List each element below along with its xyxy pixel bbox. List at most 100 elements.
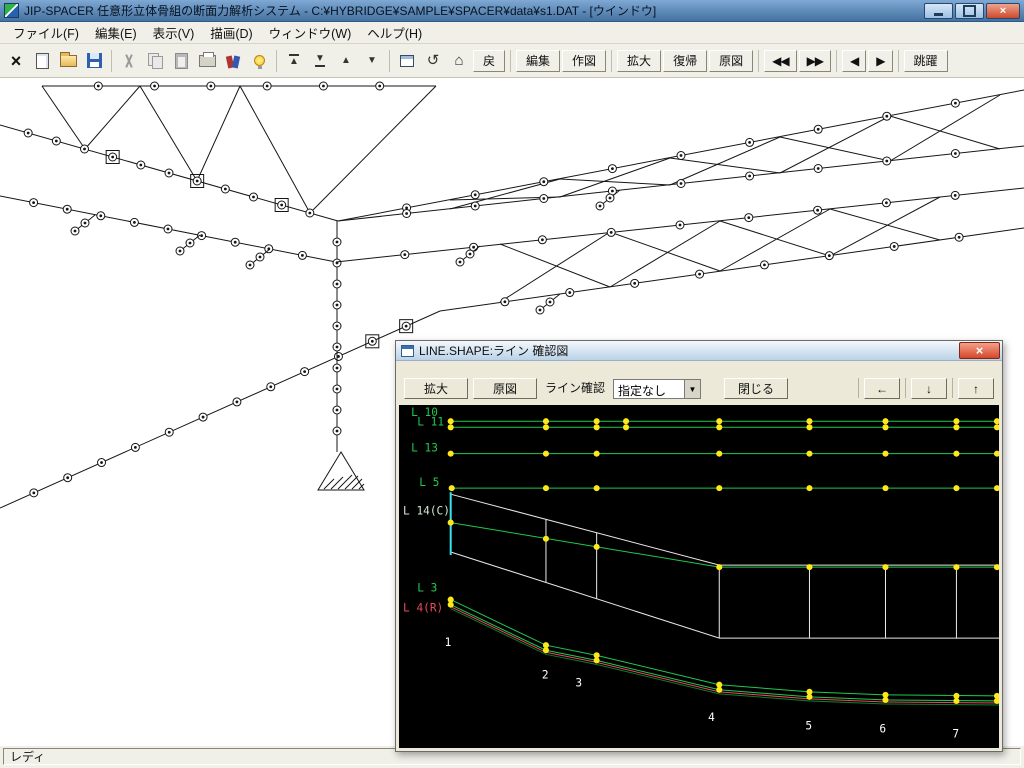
paste-icon [175,53,188,69]
save-button[interactable] [82,49,106,73]
move-bottom-button[interactable]: ▼ [308,49,332,73]
line-zoom-button[interactable]: 拡大 [404,378,468,399]
paste-button[interactable] [169,49,193,73]
window-title: JIP-SPACER 任意形立体骨組の断面力解析システム - C:¥HYBRID… [24,2,924,19]
hint-button[interactable] [247,49,271,73]
prev-button[interactable]: ◀ [842,50,866,72]
line-toolbar-separator [858,378,859,398]
menu-bar: ファイル(F) 編集(E) 表示(V) 描画(D) ウィンドウ(W) ヘルプ(H… [0,22,1024,44]
svg-text:4: 4 [708,712,715,725]
line-select-value: 指定なし [614,380,684,398]
svg-text:L 11: L 11 [417,416,444,429]
svg-text:2: 2 [542,669,549,682]
svg-text:3: 3 [575,677,582,690]
next-fast-button[interactable]: ▶▶ [799,50,831,72]
move-up-button[interactable]: ▲ [334,49,358,73]
jump-button[interactable]: 跳躍 [904,50,948,72]
line-check-label: ライン確認 [545,379,605,396]
rotate-icon: ↺ [427,53,440,68]
toolbar-separator [898,50,899,72]
svg-text:L 3: L 3 [417,582,437,595]
frame-button[interactable] [395,49,419,73]
cut-button[interactable] [117,49,141,73]
app-icon [4,3,19,18]
line-select-dropdown[interactable]: 指定なし ▼ [613,379,701,399]
edit-mode-button[interactable]: 編集 [516,50,560,72]
up-arrow-icon: ▲ [341,56,351,66]
home-button[interactable]: ⌂ [447,49,471,73]
minimize-button[interactable] [924,3,953,19]
move-top-icon: ▲ [289,54,299,67]
close-tool-icon[interactable]: × [4,49,28,73]
maximize-button[interactable] [955,3,984,19]
new-document-icon [36,53,49,69]
copy-button[interactable] [143,49,167,73]
close-button[interactable]: × [986,3,1020,19]
menu-help[interactable]: ヘルプ(H) [360,21,429,44]
line-window-toolbar: 拡大 原図 ライン確認 指定なし ▼ 閉じる ← ↓ ↑ [396,361,1002,405]
print-button[interactable] [195,49,219,73]
save-icon [87,53,102,68]
line-window-title-bar[interactable]: LINE.SHAPE:ライン 確認図 × [396,341,1002,361]
chevron-down-icon[interactable]: ▼ [684,380,700,398]
next-button[interactable]: ▶ [868,50,892,72]
books-icon [227,54,239,68]
window-controls: × [924,3,1020,19]
line-window-close-button[interactable]: × [959,342,1000,359]
toolbar: × ▲ ▼ ▲ ▼ ↺ ⌂ 戻 編集 作図 拡大 復帰 原図 ◀◀ ▶▶ ◀ ▶… [0,44,1024,78]
new-file-button[interactable] [30,49,54,73]
line-shape-plot[interactable]: L 10L 11L 13L 5L 14(C)L 3L 4(R)1234567 [399,405,999,748]
line-up-button[interactable]: ↑ [958,378,994,399]
cut-icon [122,53,136,69]
menu-edit[interactable]: 編集(E) [88,21,144,44]
prev-fast-button[interactable]: ◀◀ [764,50,796,72]
menu-file[interactable]: ファイル(F) [6,21,86,44]
move-down-button[interactable]: ▼ [360,49,384,73]
svg-text:L 5: L 5 [419,477,439,490]
line-toolbar-separator [905,378,906,398]
back-button[interactable]: 戻 [473,50,505,72]
move-bottom-icon: ▼ [315,54,325,67]
zoom-button[interactable]: 拡大 [617,50,661,72]
line-toolbar-separator [952,378,953,398]
help-books-button[interactable] [221,49,245,73]
rotate-button[interactable]: ↺ [421,49,445,73]
toolbar-separator [276,50,277,72]
line-left-button[interactable]: ← [864,378,900,399]
down-arrow-icon: ▼ [367,56,377,66]
line-confirmation-canvas[interactable]: L 10L 11L 13L 5L 14(C)L 3L 4(R)1234567 [399,405,999,748]
toolbar-separator [836,50,837,72]
copy-icon [148,53,163,69]
home-icon: ⌂ [454,53,463,68]
toolbar-separator [389,50,390,72]
restore-button[interactable]: 復帰 [663,50,707,72]
svg-text:L 4(R): L 4(R) [403,602,443,615]
line-window-title: LINE.SHAPE:ライン 確認図 [419,342,959,359]
line-close-button[interactable]: 閉じる [724,378,788,399]
window-frame-icon [400,55,414,67]
svg-text:L 14(C): L 14(C) [403,505,450,518]
print-icon [199,55,216,67]
svg-text:L 13: L 13 [411,442,438,455]
x-icon: × [11,52,22,70]
toolbar-separator [510,50,511,72]
svg-text:7: 7 [952,728,959,741]
draw-mode-button[interactable]: 作図 [562,50,606,72]
move-top-button[interactable]: ▲ [282,49,306,73]
svg-text:6: 6 [879,723,886,736]
open-file-button[interactable] [56,49,80,73]
menu-window[interactable]: ウィンドウ(W) [262,21,359,44]
svg-text:1: 1 [445,637,452,650]
line-original-button[interactable]: 原図 [473,378,537,399]
menu-view[interactable]: 表示(V) [146,21,202,44]
line-shape-window: LINE.SHAPE:ライン 確認図 × 拡大 原図 ライン確認 指定なし ▼ … [395,340,1003,752]
title-bar[interactable]: JIP-SPACER 任意形立体骨組の断面力解析システム - C:¥HYBRID… [0,0,1024,22]
line-down-button[interactable]: ↓ [911,378,947,399]
line-window-icon [401,345,414,357]
toolbar-separator [611,50,612,72]
original-view-button[interactable]: 原図 [709,50,753,72]
toolbar-separator [758,50,759,72]
menu-draw[interactable]: 描画(D) [203,21,259,44]
open-folder-icon [60,55,77,67]
toolbar-separator [111,50,112,72]
